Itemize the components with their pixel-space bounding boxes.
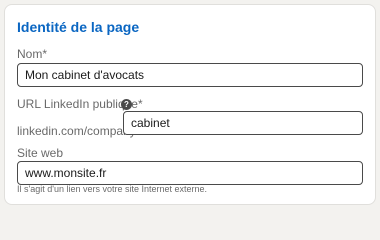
linkedin-url-input[interactable] xyxy=(123,111,363,135)
website-label: Site web xyxy=(17,146,64,160)
question-circle-icon[interactable]: ? xyxy=(121,99,132,110)
name-label: Nom* xyxy=(17,47,48,61)
name-input[interactable] xyxy=(17,63,363,87)
section-title: Identité de la page xyxy=(17,19,140,35)
page-identity-card: Identité de la page Nom* URL LinkedIn pu… xyxy=(4,4,376,205)
website-hint: Il s'agit d'un lien vers votre site Inte… xyxy=(17,184,208,194)
linkedin-url-prefix: linkedin.com/company/ xyxy=(17,124,140,138)
website-input[interactable] xyxy=(17,161,363,185)
